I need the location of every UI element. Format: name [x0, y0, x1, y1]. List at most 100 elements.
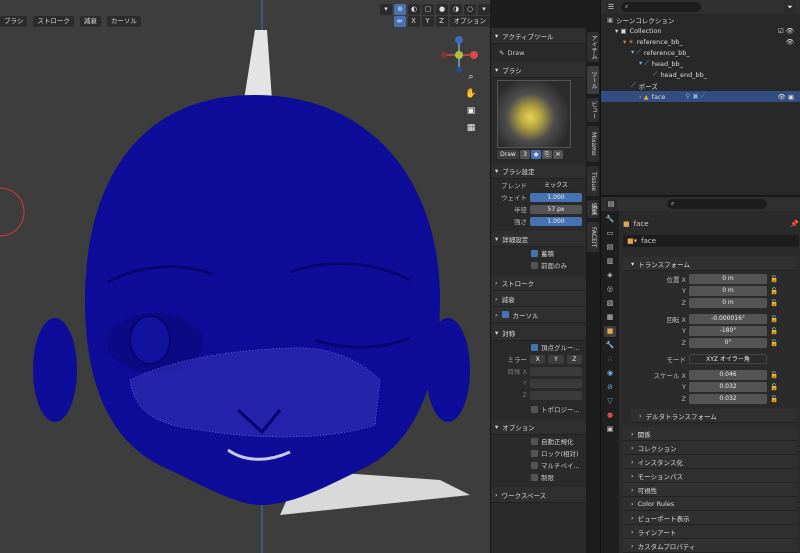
- lock-relative-row[interactable]: ロック(相対): [491, 447, 586, 459]
- tool-tab-icon[interactable]: 🔧: [604, 214, 616, 225]
- tab-view[interactable]: ビュー: [587, 98, 599, 122]
- rotation-mode-dropdown[interactable]: XYZ オイラー角: [689, 354, 767, 364]
- pan-hand-icon[interactable]: ✋: [465, 89, 477, 100]
- outliner-row-bone-head[interactable]: ▾ ⟋ head_bb_: [601, 58, 800, 69]
- custom-properties-section[interactable]: › カスタムプロパティ: [623, 539, 797, 553]
- brush-name-field[interactable]: Draw: [497, 150, 519, 159]
- mirror-y-button[interactable]: Y: [548, 354, 564, 364]
- display-mode-icon[interactable]: ☰: [605, 1, 617, 13]
- xray-icon[interactable]: ▢: [422, 3, 434, 15]
- vertex-group-row[interactable]: 頂点グルー...: [491, 341, 586, 353]
- rendered-shading-icon[interactable]: ○: [464, 3, 476, 15]
- lock-icon[interactable]: 🔓: [770, 315, 778, 323]
- lock-icon[interactable]: 🔓: [770, 371, 778, 379]
- cursor-checkbox[interactable]: [501, 311, 509, 318]
- solid-shading-icon[interactable]: ●: [436, 3, 448, 15]
- lock-icon[interactable]: 🔓: [770, 339, 778, 347]
- active-tool-section[interactable]: ▾ アクティブツール: [491, 28, 586, 44]
- lock-icon[interactable]: 🔓: [770, 287, 778, 295]
- output-tab-icon[interactable]: ▤: [604, 242, 616, 253]
- outliner-row-collection[interactable]: ▾ ▣ Collection ☑ 👁: [601, 25, 800, 36]
- visibility-eye-icon[interactable]: 👁 ▣: [778, 93, 794, 101]
- tab-tissue[interactable]: Tissue: [587, 166, 599, 196]
- rotation-y-field[interactable]: -180°: [689, 326, 767, 336]
- properties-search-input[interactable]: ⌕: [667, 199, 767, 209]
- restrict-checkbox[interactable]: [531, 473, 538, 481]
- filter-icon[interactable]: ⏷: [784, 1, 796, 13]
- front-only-checkbox[interactable]: [531, 261, 538, 269]
- view-options-icon[interactable]: ▾: [380, 3, 392, 15]
- lock-y-field[interactable]: [530, 378, 582, 388]
- instancing-section[interactable]: › インスタンス化: [623, 455, 797, 469]
- zoom-icon[interactable]: ⌕: [465, 72, 477, 83]
- lock-relative-checkbox[interactable]: [531, 449, 538, 457]
- visibility-eye-icon[interactable]: 👁: [786, 38, 794, 46]
- cursor-menu[interactable]: カーソル: [106, 15, 141, 27]
- weight-field[interactable]: 1.000: [530, 192, 582, 202]
- mirror-x-button[interactable]: X: [530, 354, 546, 364]
- location-y-field[interactable]: 0 m: [689, 286, 767, 296]
- motion-paths-section[interactable]: › モーションパス: [623, 469, 797, 483]
- line-art-section[interactable]: › ラインアート: [623, 525, 797, 539]
- auto-normalize-row[interactable]: 自動正規化: [491, 435, 586, 447]
- lock-icon[interactable]: 🔓: [770, 395, 778, 403]
- fake-user-icon[interactable]: ◆: [531, 150, 541, 159]
- relations-section[interactable]: › 関係: [623, 427, 797, 441]
- outliner-row-pose[interactable]: ⟋ ポーズ: [601, 80, 800, 91]
- radius-field[interactable]: 57 px: [530, 204, 582, 214]
- accumulate-checkbox[interactable]: [531, 249, 538, 257]
- grid-icon[interactable]: ▦: [465, 123, 477, 134]
- outliner-row-armature-data[interactable]: ▾ ⟋ reference_bb_: [601, 47, 800, 58]
- restrict-row[interactable]: 制限: [491, 471, 586, 483]
- stroke-section[interactable]: › ストローク: [491, 275, 586, 291]
- lock-z-field[interactable]: [530, 390, 582, 400]
- editor-type-icon[interactable]: ▤: [605, 198, 617, 210]
- tab-faceit[interactable]: FACEIT: [587, 222, 599, 252]
- brush-settings-section[interactable]: ▾ ブラシ設定: [491, 163, 586, 179]
- 3d-viewport[interactable]: ブラシ ストローク 減衰 カーソル ▾ ⊕ ◐ ▢ ● ◑ ○ ▾ ⇹ X Y …: [0, 0, 490, 553]
- outliner-search-input[interactable]: ⌕: [621, 2, 701, 12]
- tab-edit[interactable]: 編集: [587, 200, 599, 218]
- auto-normalize-checkbox[interactable]: [531, 437, 538, 445]
- material-shading-icon[interactable]: ◑: [450, 3, 462, 15]
- overlay-icon[interactable]: ◐: [408, 3, 420, 15]
- stroke-menu[interactable]: ストローク: [33, 15, 74, 27]
- active-tool-row[interactable]: ✎ Draw: [491, 44, 586, 62]
- pin-icon[interactable]: 📌: [790, 220, 799, 228]
- delta-transform-section[interactable]: › デルタトランスフォーム: [631, 409, 797, 423]
- mirror-x-toggle[interactable]: X: [407, 16, 420, 27]
- advanced-section[interactable]: ▾ 詳細設定: [491, 231, 586, 247]
- location-x-field[interactable]: 0 m: [689, 274, 767, 284]
- scale-x-field[interactable]: 0.046: [689, 370, 767, 380]
- options-menu[interactable]: オプション: [449, 16, 490, 27]
- rotation-x-field[interactable]: -0.000016°: [689, 314, 767, 324]
- strength-field[interactable]: 1.000: [530, 216, 582, 226]
- outliner-row-bone-head-end[interactable]: ⟋ head_end_bb_: [601, 69, 800, 80]
- falloff-menu[interactable]: 減衰: [79, 15, 101, 27]
- transform-section[interactable]: ▾ トランスフォーム: [623, 257, 797, 271]
- topology-checkbox[interactable]: [531, 405, 538, 413]
- brush-thumbnail[interactable]: [497, 80, 571, 148]
- scale-y-field[interactable]: 0.032: [689, 382, 767, 392]
- brush-section[interactable]: ▾ ブラシ: [491, 62, 586, 78]
- duplicate-brush-icon[interactable]: ⎘: [542, 150, 552, 159]
- camera-icon[interactable]: ▣: [465, 106, 477, 117]
- symmetry-icon[interactable]: ⇹: [393, 16, 406, 27]
- outliner-row-scene-collection[interactable]: ▣ シーンコレクション: [601, 14, 800, 25]
- viewport-display-section[interactable]: › ビューポート表示: [623, 511, 797, 525]
- shading-dropdown-icon[interactable]: ▾: [478, 3, 490, 15]
- tab-mixamo[interactable]: Mixamo: [587, 126, 599, 162]
- tab-tool[interactable]: ツール: [587, 66, 599, 94]
- brush-users-count[interactable]: 3: [520, 150, 530, 159]
- lock-icon[interactable]: 🔓: [770, 327, 778, 335]
- multipaint-checkbox[interactable]: [531, 461, 538, 469]
- mirror-z-toggle[interactable]: Z: [435, 16, 448, 27]
- topology-row[interactable]: トポロジー...: [491, 403, 586, 415]
- vertex-group-checkbox[interactable]: [531, 343, 538, 351]
- lock-x-field[interactable]: [530, 366, 582, 376]
- collections-section[interactable]: › コレクション: [623, 441, 797, 455]
- scale-z-field[interactable]: 0.032: [689, 394, 767, 404]
- tab-item[interactable]: アイテム: [587, 32, 599, 62]
- lock-icon[interactable]: 🔓: [770, 299, 778, 307]
- rotation-z-field[interactable]: 0°: [689, 338, 767, 348]
